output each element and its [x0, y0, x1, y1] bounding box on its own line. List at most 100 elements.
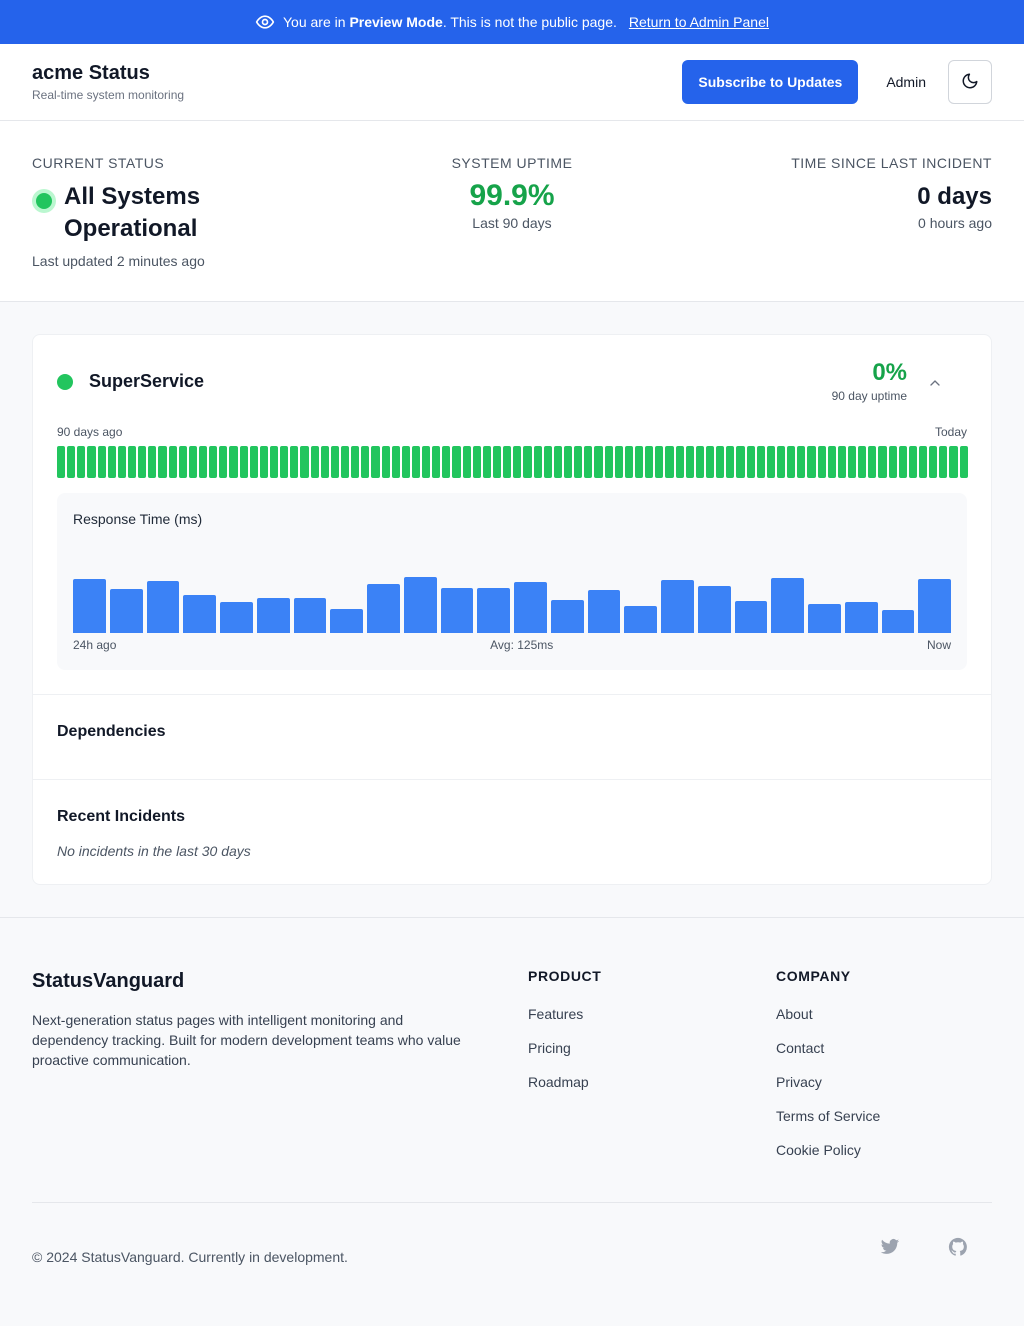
uptime-day-cell[interactable]: [462, 446, 471, 478]
brand-title[interactable]: acme Status: [32, 62, 184, 85]
response-time-bar[interactable]: [697, 586, 731, 633]
uptime-day-cell[interactable]: [239, 446, 248, 478]
uptime-day-cell[interactable]: [249, 446, 258, 478]
uptime-day-cell[interactable]: [401, 446, 410, 478]
uptime-day-cell[interactable]: [269, 446, 279, 478]
uptime-day-cell[interactable]: [188, 446, 197, 478]
uptime-day-cell[interactable]: [685, 446, 694, 478]
footer-link-cookies[interactable]: Cookie Policy: [776, 1142, 880, 1158]
uptime-day-cell[interactable]: [553, 446, 563, 478]
response-time-bar[interactable]: [256, 598, 290, 633]
response-time-bar[interactable]: [771, 578, 804, 633]
uptime-day-cell[interactable]: [543, 446, 552, 478]
footer-link-contact[interactable]: Contact: [776, 1040, 880, 1056]
uptime-day-cell[interactable]: [847, 446, 857, 478]
uptime-day-cell[interactable]: [198, 446, 208, 478]
uptime-day-cell[interactable]: [645, 446, 654, 478]
uptime-day-cell[interactable]: [422, 446, 431, 478]
return-to-admin-link[interactable]: Return to Admin Panel: [629, 14, 769, 30]
uptime-day-cell[interactable]: [513, 446, 522, 478]
uptime-day-cell[interactable]: [351, 446, 360, 478]
service-header[interactable]: SuperService 0% 90 day uptime: [33, 335, 991, 425]
response-time-bar[interactable]: [624, 606, 657, 633]
uptime-day-cell[interactable]: [665, 446, 674, 478]
uptime-day-cell[interactable]: [300, 446, 309, 478]
uptime-day-cell[interactable]: [908, 446, 917, 478]
uptime-day-cell[interactable]: [340, 446, 350, 478]
uptime-day-cell[interactable]: [929, 446, 938, 478]
uptime-day-cell[interactable]: [858, 446, 867, 478]
response-time-bar[interactable]: [550, 600, 584, 633]
uptime-day-cell[interactable]: [655, 446, 664, 478]
uptime-day-cell[interactable]: [898, 446, 907, 478]
uptime-day-cell[interactable]: [371, 446, 380, 478]
uptime-day-cell[interactable]: [574, 446, 583, 478]
uptime-day-cell[interactable]: [787, 446, 796, 478]
response-time-bar[interactable]: [440, 588, 474, 633]
response-time-bar[interactable]: [293, 598, 327, 633]
uptime-day-cell[interactable]: [604, 446, 613, 478]
uptime-day-cell[interactable]: [949, 446, 958, 478]
uptime-day-cell[interactable]: [391, 446, 400, 478]
footer-link-terms[interactable]: Terms of Service: [776, 1108, 880, 1124]
uptime-day-cell[interactable]: [290, 446, 299, 478]
footer-link-privacy[interactable]: Privacy: [776, 1074, 880, 1090]
response-time-bar[interactable]: [109, 589, 143, 633]
uptime-day-cell[interactable]: [482, 446, 492, 478]
response-time-bar[interactable]: [844, 602, 878, 633]
uptime-day-cell[interactable]: [361, 446, 370, 478]
github-icon[interactable]: [946, 1235, 970, 1259]
response-time-bar[interactable]: [146, 581, 180, 633]
response-time-bar[interactable]: [808, 604, 841, 633]
uptime-day-cell[interactable]: [280, 446, 289, 478]
response-time-bar[interactable]: [587, 590, 621, 633]
footer-link-pricing[interactable]: Pricing: [528, 1040, 601, 1056]
uptime-day-cell[interactable]: [797, 446, 806, 478]
uptime-day-cell[interactable]: [675, 446, 684, 478]
footer-link-about[interactable]: About: [776, 1006, 880, 1022]
uptime-day-cell[interactable]: [746, 446, 755, 478]
uptime-day-cell[interactable]: [330, 446, 339, 478]
uptime-day-cell[interactable]: [97, 446, 106, 478]
uptime-day-cell[interactable]: [837, 446, 846, 478]
uptime-day-cell[interactable]: [411, 446, 421, 478]
uptime-day-cell[interactable]: [178, 446, 187, 478]
uptime-day-cell[interactable]: [624, 446, 634, 478]
uptime-day-cell[interactable]: [817, 446, 826, 478]
uptime-day-cell[interactable]: [523, 446, 532, 478]
uptime-day-cell[interactable]: [138, 446, 147, 478]
uptime-day-cell[interactable]: [442, 446, 451, 478]
response-time-bar[interactable]: [330, 609, 363, 633]
uptime-day-cell[interactable]: [614, 446, 623, 478]
uptime-day-cell[interactable]: [827, 446, 836, 478]
uptime-day-cell[interactable]: [148, 446, 157, 478]
response-time-bar[interactable]: [477, 588, 510, 633]
response-time-bar[interactable]: [183, 595, 216, 633]
uptime-day-cell[interactable]: [493, 446, 502, 478]
response-time-bar[interactable]: [661, 580, 694, 633]
uptime-day-cell[interactable]: [158, 446, 167, 478]
uptime-day-cell[interactable]: [67, 446, 76, 478]
uptime-day-cell[interactable]: [127, 446, 137, 478]
uptime-day-cell[interactable]: [766, 446, 775, 478]
subscribe-button[interactable]: Subscribe to Updates: [682, 60, 859, 104]
uptime-day-cell[interactable]: [107, 446, 116, 478]
uptime-day-cell[interactable]: [878, 446, 887, 478]
uptime-day-cell[interactable]: [776, 446, 786, 478]
uptime-day-cell[interactable]: [756, 446, 765, 478]
twitter-icon[interactable]: [878, 1235, 902, 1259]
uptime-day-cell[interactable]: [533, 446, 542, 478]
uptime-day-cell[interactable]: [117, 446, 126, 478]
uptime-day-cell[interactable]: [503, 446, 512, 478]
theme-toggle-button[interactable]: [948, 60, 992, 104]
uptime-day-cell[interactable]: [868, 446, 877, 478]
uptime-day-cell[interactable]: [310, 446, 319, 478]
uptime-day-cell[interactable]: [635, 446, 644, 478]
footer-link-features[interactable]: Features: [528, 1006, 601, 1022]
uptime-day-cell[interactable]: [168, 446, 177, 478]
uptime-day-cell[interactable]: [564, 446, 573, 478]
uptime-day-cell[interactable]: [472, 446, 481, 478]
uptime-day-cell[interactable]: [219, 446, 228, 478]
uptime-day-cell[interactable]: [77, 446, 86, 478]
uptime-day-cell[interactable]: [584, 446, 593, 478]
